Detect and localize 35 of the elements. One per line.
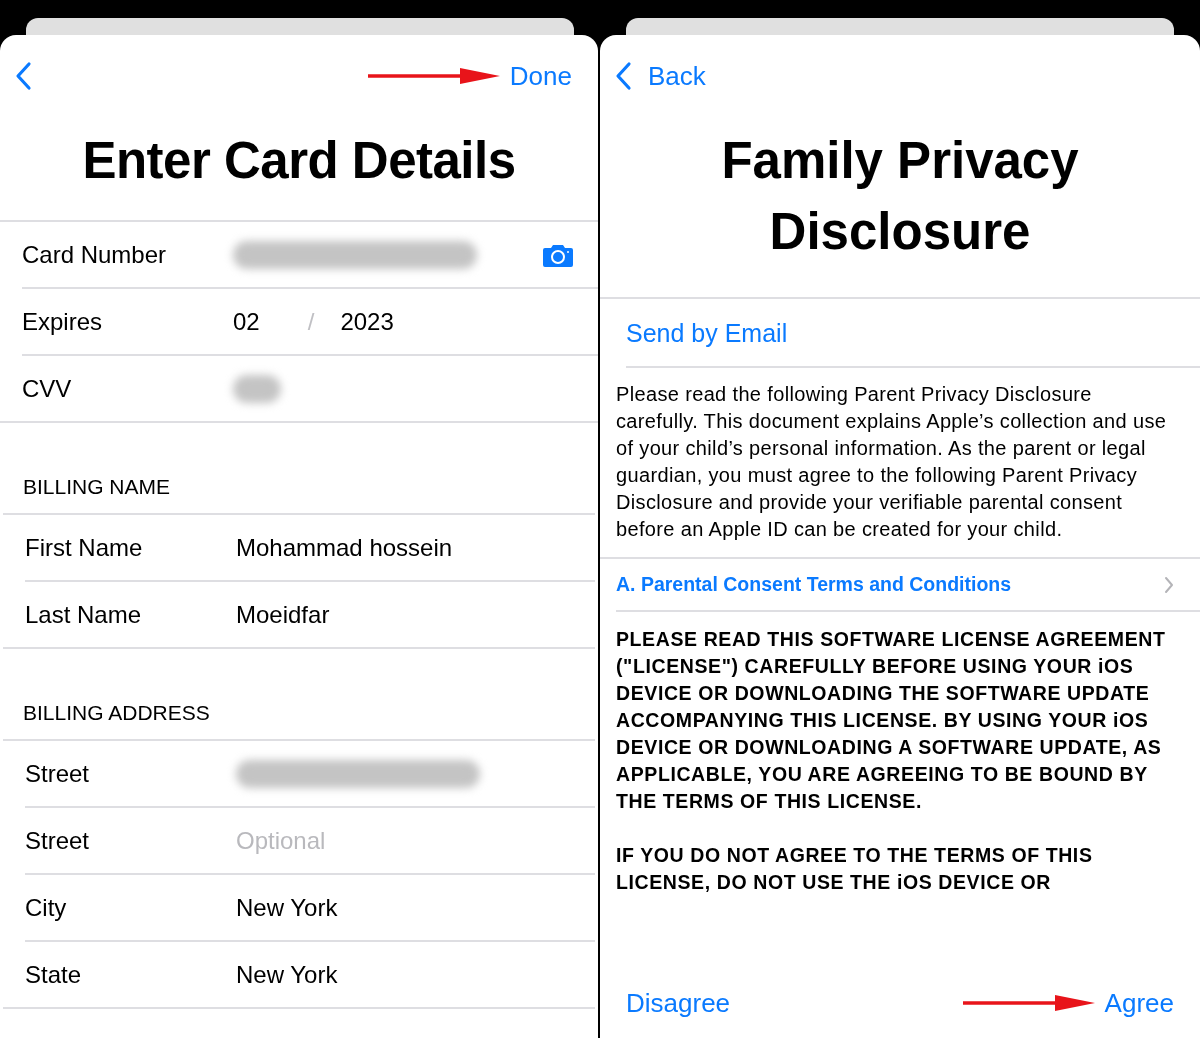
back-chevron-icon xyxy=(614,61,632,91)
agree-button[interactable]: Agree xyxy=(1104,987,1174,1019)
section-header: BILLING NAME xyxy=(3,423,595,515)
terms-link[interactable]: A. Parental Consent Terms and Conditions xyxy=(616,559,1200,612)
license-paragraph: IF YOU DO NOT AGREE TO THE TERMS OF THIS LICENSE, DO NOT USE THE iOS DEVICE OR xyxy=(616,843,1094,895)
input-field[interactable]: Mohammad hossein xyxy=(236,533,453,562)
field-label: State xyxy=(25,960,83,989)
date-separator: / xyxy=(307,307,315,336)
camera-icon[interactable] xyxy=(542,242,574,267)
done-button[interactable]: Done xyxy=(509,60,572,92)
year-field[interactable]: 2023 xyxy=(340,307,394,336)
field-label: CVV xyxy=(22,374,73,403)
field-label: Street xyxy=(25,759,91,788)
input-field[interactable]: New York xyxy=(236,960,338,989)
field-label: City xyxy=(25,893,68,922)
field-label: Last Name xyxy=(25,600,143,629)
back-button[interactable]: Back xyxy=(614,60,706,92)
blurred-text xyxy=(233,374,281,403)
input-field[interactable]: New York xyxy=(236,893,338,922)
send-by-email-link[interactable]: Send by Email xyxy=(626,299,1200,368)
license-paragraph: PLEASE READ THIS SOFTWARE LICENSE AGREEMENT ("LICENSE") CAREFULLY BEFORE USING YOUR iOS DEVICE OR DOWNLOADING THE SOFTWARE UPDATE ACCOMPANYING THIS LICENSE. BY USING YOUR iOS DEVICE OR DOWNLOADING A SOFTWARE UPDATE, AS APPLICABLE, YOU ARE AGREEING TO BE BOUND BY THE TERMS OF THIS LICENSE. xyxy=(616,627,1167,814)
field-label: Expires xyxy=(22,307,104,336)
field-label: First Name xyxy=(25,533,144,562)
terms-link-text: A. Parental Consent Terms and Conditions xyxy=(616,573,1013,596)
input-field[interactable]: Moeidfar xyxy=(236,600,330,629)
disagree-button[interactable]: Disagree xyxy=(626,987,731,1019)
field-label: Street xyxy=(25,826,91,855)
field-label: Card Number xyxy=(22,240,168,269)
month-field[interactable]: 02 xyxy=(233,307,260,336)
screen-title: Family Privacy Disclosure xyxy=(720,131,1080,262)
section-header: BILLING ADDRESS xyxy=(3,649,595,741)
back-chevron-icon[interactable] xyxy=(14,61,32,91)
intro-paragraph: Please read the following Parent Privacy Disclosure carefully. This document explains Apple’s collection and use of your child’s personal information. As the parent or legal guardian, you must agree to the following Parent Privacy Disclosure and provide your verifiable parental consent before an Apple ID can be created for your child. xyxy=(600,368,1200,559)
chevron-right-icon xyxy=(1164,575,1174,594)
screen-title: Enter Card Details xyxy=(81,131,517,191)
